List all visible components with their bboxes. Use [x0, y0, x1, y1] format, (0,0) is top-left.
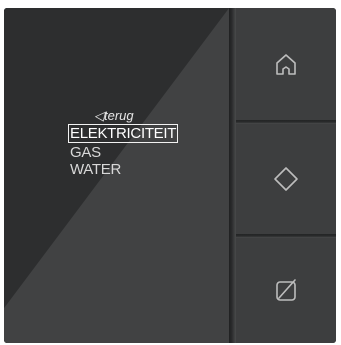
off-button[interactable]	[236, 238, 336, 343]
display-screen: ◁terug ELEKTRICITEIT GAS WATER	[4, 8, 229, 343]
control-panel: ◁terug ELEKTRICITEIT GAS WATER	[4, 8, 336, 343]
button-column	[236, 8, 336, 343]
home-icon	[273, 51, 299, 77]
back-link[interactable]: ◁terug	[94, 108, 134, 124]
menu-item-gas[interactable]: GAS	[70, 144, 101, 161]
center-button[interactable]	[236, 124, 336, 234]
diamond-icon	[271, 164, 301, 194]
menu-item-elektriciteit[interactable]: ELEKTRICITEIT	[68, 124, 179, 143]
menu-item-water[interactable]: WATER	[70, 161, 121, 178]
home-button[interactable]	[236, 8, 336, 120]
panel-divider	[229, 8, 236, 343]
slash-box-icon	[272, 277, 300, 305]
